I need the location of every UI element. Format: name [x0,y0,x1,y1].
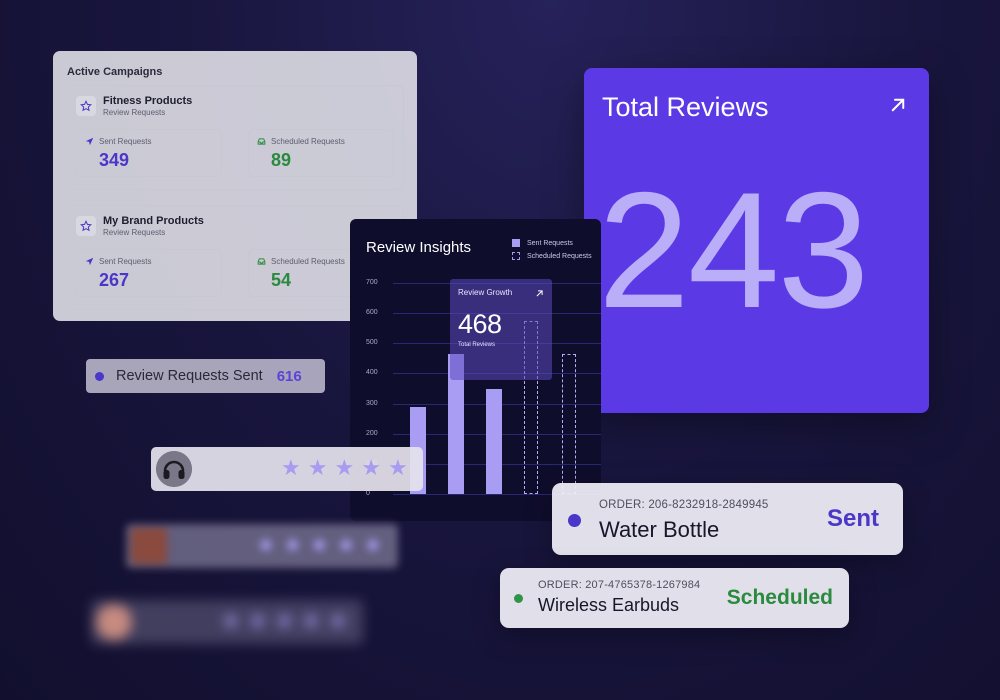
y-tick-label: 500 [366,339,378,347]
inbox-icon [257,138,266,145]
order-card-wireless-earbuds[interactable]: ORDER: 207-4765378-1267984 Wireless Earb… [500,568,849,628]
sent-requests-value: 349 [99,150,130,170]
status-dot [568,514,581,527]
sent-requests-metric: Sent Requests 267 [76,249,222,297]
star-icon[interactable]: ★ [336,534,356,556]
sent-requests-metric: Sent Requests 349 [76,129,222,177]
send-icon [85,137,94,146]
star-icon[interactable]: ★ [248,610,268,632]
order-id: ORDER: 207-4765378-1267984 [538,579,701,591]
order-status: Sent [826,505,879,532]
campaign-subtitle: Review Requests [103,228,166,237]
legend-label: Scheduled Requests [527,252,592,260]
order-card-water-bottle[interactable]: ORDER: 206-8232918-2849945 Water Bottle … [552,483,903,555]
star-icon[interactable]: ★ [309,534,329,556]
scheduled-requests-value: 89 [271,150,292,170]
review-growth-card[interactable]: Review Growth 468 Total Reviews [450,279,552,380]
insights-title: Review Insights [366,239,472,256]
star-icon[interactable]: ★ [361,457,381,479]
growth-value: 468 [458,309,502,339]
campaign-subtitle: Review Requests [103,108,166,117]
star-icon[interactable]: ★ [274,610,294,632]
sent-requests-value: 267 [99,270,130,290]
star-rating: ★ ★ ★ ★ ★ [256,534,390,556]
person-icon [96,604,132,640]
rating-row-faded: ★ ★ ★ ★ ★ [91,600,363,644]
star-icon[interactable]: ★ [308,457,328,479]
bar-sent[interactable] [486,388,502,494]
person-icon [131,528,167,564]
total-reviews-title: Total Reviews [602,92,769,122]
legend-label: Sent Requests [527,239,573,247]
arrow-up-right-icon[interactable] [889,96,907,114]
status-dot [95,371,104,381]
metric-label: Scheduled Requests [271,257,345,266]
chart-legend: Sent Requests Scheduled Requests [512,239,592,265]
review-requests-count: 616 [276,367,302,385]
star-icon [76,96,96,116]
headphones-icon [156,451,192,487]
star-icon[interactable]: ★ [283,534,303,556]
order-status: Scheduled [726,586,833,609]
legend-scheduled: Scheduled Requests [512,252,592,260]
order-product: Water Bottle [599,517,720,542]
bar-scheduled[interactable] [562,353,576,494]
y-tick-label: 200 [366,429,378,437]
total-reviews-value: 243 [598,158,869,342]
star-icon[interactable]: ★ [281,457,301,479]
rating-row-blurred: ★ ★ ★ ★ ★ [126,524,398,568]
metric-label: Scheduled Requests [271,137,345,146]
legend-swatch [512,239,520,247]
y-tick-label: 700 [366,279,378,286]
star-rating: ★ ★ ★ ★ ★ [221,610,355,632]
y-tick-label: 300 [366,399,378,407]
y-tick-label: 400 [366,369,378,377]
star-icon[interactable]: ★ [301,610,321,632]
inbox-icon [257,258,266,265]
star-icon[interactable]: ★ [221,610,241,632]
metric-label: Sent Requests [99,137,152,146]
legend-sent: Sent Requests [512,239,592,247]
arrow-up-right-icon[interactable] [535,289,544,298]
order-product: Wireless Earbuds [538,595,680,615]
campaign-name: My Brand Products [103,215,204,227]
growth-title: Review Growth [458,288,513,297]
campaign-fitness-products[interactable]: Fitness Products Review Requests Sent Re… [67,85,404,190]
growth-subtitle: Total Reviews [458,342,496,348]
star-icon[interactable]: ★ [256,534,276,556]
star-icon[interactable]: ★ [334,457,354,479]
status-dot [514,594,523,603]
y-tick-label: 600 [366,309,378,317]
y-tick-label: 0 [366,490,370,497]
metric-label: Sent Requests [99,257,152,266]
review-requests-sent-pill: Review Requests Sent 616 [86,359,325,393]
star-icon [76,216,96,236]
star-icon[interactable]: ★ [388,457,408,479]
order-id: ORDER: 206-8232918-2849945 [599,499,769,511]
campaign-name: Fitness Products [103,95,193,107]
star-icon[interactable]: ★ [328,610,348,632]
total-reviews-card[interactable]: Total Reviews 243 [584,68,929,413]
star-icon[interactable]: ★ [363,534,383,556]
star-rating[interactable]: ★ ★ ★ ★ ★ [281,457,415,479]
send-icon [85,257,94,266]
scheduled-requests-metric: Scheduled Requests 89 [248,129,394,177]
rating-row-headphones[interactable]: ★ ★ ★ ★ ★ [151,447,423,491]
legend-swatch [512,252,520,260]
campaigns-title: Active Campaigns [67,66,163,78]
review-requests-label: Review Requests Sent [116,368,263,384]
